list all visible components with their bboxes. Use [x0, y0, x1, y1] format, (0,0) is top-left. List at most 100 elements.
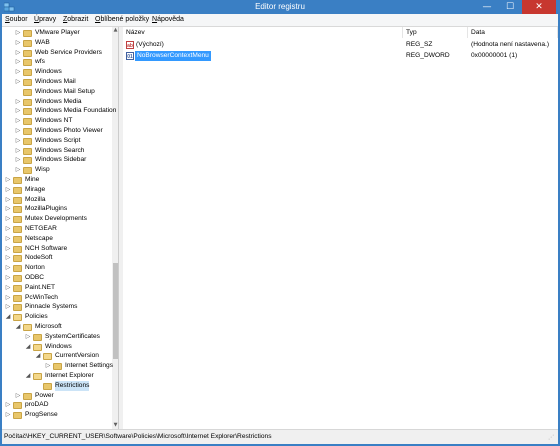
expand-arrow-icon[interactable]: ▷ [15, 99, 21, 105]
expand-arrow-icon[interactable]: ▷ [5, 226, 11, 232]
tree-item[interactable]: ▷ WAB [2, 38, 112, 48]
expand-arrow-icon[interactable]: ▷ [5, 246, 11, 252]
value-row-nobrowsercontextmenu[interactable]: 01 NoBrowserContextMenu REG_DWORD 0x0000… [123, 51, 558, 61]
expand-arrow-icon[interactable]: ▷ [5, 187, 11, 193]
expand-arrow-icon[interactable]: ▷ [5, 275, 11, 281]
tree-item[interactable]: ▷ Norton [2, 263, 112, 273]
resize-grip-icon[interactable]: ⋰ [548, 434, 556, 442]
expand-arrow-icon[interactable]: ▷ [15, 148, 21, 154]
tree-item[interactable]: ▷ Web Service Providers [2, 48, 112, 58]
expand-arrow-icon[interactable]: ▷ [15, 40, 21, 46]
tree-item[interactable]: ▷ Pinnacle Systems [2, 302, 112, 312]
expand-arrow-icon[interactable]: ▷ [15, 30, 21, 36]
tree-item[interactable]: ▷ proDAD [2, 400, 112, 410]
tree-item[interactable]: ▷ Windows NT [2, 116, 112, 126]
expand-arrow-icon[interactable] [15, 89, 21, 95]
column-header-name[interactable]: Název [123, 27, 403, 38]
registry-tree[interactable]: ▲ ▼ ▷ VMware Player ▷ WAB ▷ Web Service Provi… [2, 27, 119, 429]
expand-arrow-icon[interactable]: ▷ [15, 167, 21, 173]
expand-arrow-icon[interactable]: ▷ [5, 285, 11, 291]
tree-item[interactable]: ▷ ProgSense [2, 410, 112, 420]
tree-item[interactable]: ▷ NCH Software [2, 244, 112, 254]
tree-item[interactable]: ▷ Mirage [2, 185, 112, 195]
collapse-arrow-icon[interactable]: ◢ [15, 324, 21, 330]
tree-item[interactable]: ▷ Mine [2, 175, 112, 185]
expand-arrow-icon[interactable]: ▷ [15, 157, 21, 163]
expand-arrow-icon[interactable]: ▷ [5, 265, 11, 271]
expand-arrow-icon[interactable]: ▷ [15, 118, 21, 124]
value-row-default[interactable]: ab (Výchozí) REG_SZ (Hodnota není nastav… [123, 40, 558, 50]
tree-item[interactable]: ◢ CurrentVersion [2, 351, 112, 361]
tree-item[interactable]: ▷ Mutex Developments [2, 214, 112, 224]
tree-item[interactable]: ◢ Policies [2, 312, 112, 322]
tree-item[interactable]: ◢ Internet Explorer [2, 371, 112, 381]
collapse-arrow-icon[interactable]: ◢ [25, 344, 31, 350]
expand-arrow-icon[interactable]: ▷ [15, 79, 21, 85]
tree-item[interactable]: ◢ Windows [2, 342, 112, 352]
value-name[interactable]: NoBrowserContextMenu [135, 51, 211, 61]
expand-arrow-icon[interactable]: ▷ [15, 108, 21, 114]
tree-item[interactable]: ▷ NodeSoft [2, 253, 112, 263]
tree-item[interactable]: ▷ MozillaPlugins [2, 204, 112, 214]
close-button[interactable]: ✕ [522, 0, 556, 14]
tree-item[interactable]: ▷ Netscape [2, 234, 112, 244]
expand-arrow-icon[interactable]: ▷ [5, 197, 11, 203]
menu-soubor[interactable]: Soubor [5, 16, 28, 23]
tree-item[interactable]: ▷ PcWinTech [2, 293, 112, 303]
expand-arrow-icon[interactable]: ▷ [25, 334, 31, 340]
expand-arrow-icon[interactable]: ▷ [15, 128, 21, 134]
tree-item[interactable]: Windows Mail Setup [2, 87, 112, 97]
tree-item[interactable]: ▷ NETGEAR [2, 224, 112, 234]
tree-item[interactable]: ▷ Windows Search [2, 146, 112, 156]
expand-arrow-icon[interactable]: ▷ [15, 50, 21, 56]
tree-item[interactable]: ▷ Wisp [2, 165, 112, 175]
minimize-button[interactable]: — [476, 0, 498, 14]
tree-item[interactable]: ▷ Windows Mail [2, 77, 112, 87]
menu-oblibene-polozky[interactable]: Oblíbené položky [95, 16, 149, 23]
tree-item[interactable]: ▷ SystemCertificates [2, 332, 112, 342]
expand-arrow-icon[interactable]: ▷ [5, 412, 11, 418]
expand-arrow-icon[interactable]: ▷ [5, 255, 11, 261]
collapse-arrow-icon[interactable]: ◢ [5, 314, 11, 320]
tree-item[interactable]: ▷ ODBC [2, 273, 112, 283]
menu-zobrazit[interactable]: Zobrazit [63, 16, 88, 23]
tree-item[interactable]: ▷ wfs [2, 57, 112, 67]
scroll-up-icon[interactable]: ▲ [112, 27, 118, 34]
expand-arrow-icon[interactable]: ▷ [15, 69, 21, 75]
column-header-type[interactable]: Typ [403, 27, 468, 38]
tree-item[interactable]: ▷ Mozilla [2, 195, 112, 205]
title-bar[interactable]: Editor registru — ☐ ✕ [0, 0, 560, 14]
expand-arrow-icon[interactable]: ▷ [45, 363, 51, 369]
values-list[interactable]: Název Typ Data ab (Výchozí) REG_SZ (Hodn… [123, 27, 558, 429]
scrollbar-thumb[interactable] [113, 263, 118, 359]
scroll-down-icon[interactable]: ▼ [112, 422, 118, 429]
menu-napoveda[interactable]: Nápověda [152, 16, 184, 23]
tree-item[interactable]: ▷ Windows Script [2, 136, 112, 146]
tree-item[interactable]: Restrictions [2, 380, 112, 391]
column-header-data[interactable]: Data [468, 27, 558, 38]
expand-arrow-icon[interactable]: ▷ [15, 138, 21, 144]
tree-item[interactable]: ▷ Windows Sidebar [2, 155, 112, 165]
expand-arrow-icon[interactable]: ▷ [5, 295, 11, 301]
expand-arrow-icon[interactable]: ▷ [5, 304, 11, 310]
tree-item[interactable]: ▷ Internet Settings [2, 361, 113, 371]
expand-arrow-icon[interactable]: ▷ [5, 402, 11, 408]
tree-item[interactable]: ▷ Windows Media Foundation [2, 106, 116, 116]
tree-item[interactable]: ▷ Power [2, 391, 112, 401]
tree-item[interactable]: ▷ VMware Player [2, 28, 112, 38]
collapse-arrow-icon[interactable]: ◢ [35, 353, 41, 359]
tree-item[interactable]: ▷ Windows [2, 67, 112, 77]
collapse-arrow-icon[interactable]: ◢ [25, 373, 31, 379]
expand-arrow-icon[interactable]: ▷ [5, 216, 11, 222]
expand-arrow-icon[interactable]: ▷ [15, 393, 21, 399]
tree-item[interactable]: ◢ Microsoft [2, 322, 112, 332]
maximize-button[interactable]: ☐ [499, 0, 521, 14]
tree-item[interactable]: ▷ Windows Photo Viewer [2, 126, 112, 136]
expand-arrow-icon[interactable]: ▷ [5, 236, 11, 242]
expand-arrow-icon[interactable]: ▷ [15, 59, 21, 65]
expand-arrow-icon[interactable]: ▷ [5, 177, 11, 183]
tree-item[interactable]: ▷ Windows Media [2, 97, 112, 107]
expand-arrow-icon[interactable]: ▷ [5, 206, 11, 212]
expand-arrow-icon[interactable] [35, 383, 41, 389]
menu-upravy[interactable]: Úpravy [34, 16, 56, 23]
